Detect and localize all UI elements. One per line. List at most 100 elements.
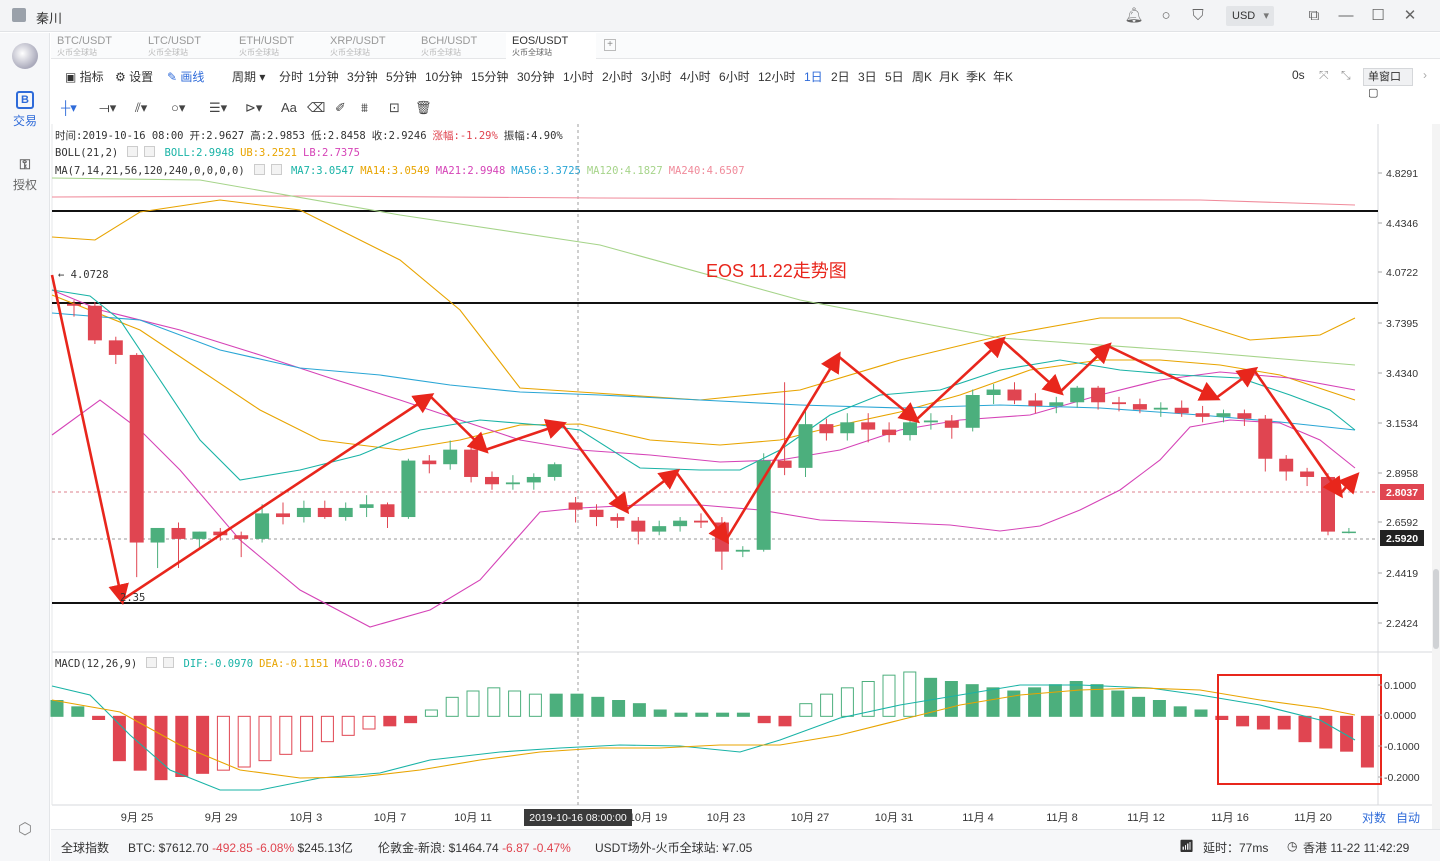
period-6小时[interactable]: 6小时	[719, 68, 750, 85]
macd-bar	[799, 703, 813, 717]
candle-body	[296, 507, 311, 518]
period-2小时[interactable]: 2小时	[602, 68, 633, 85]
brush-tool-icon[interactable]: ✐	[335, 98, 346, 118]
period-3日[interactable]: 3日	[858, 68, 877, 85]
collapse-icon[interactable]: ⤡	[1341, 68, 1351, 83]
macd-bar	[300, 715, 314, 752]
global-index-label[interactable]: 全球指数	[61, 839, 109, 856]
tab-bch-usdt[interactable]: BCH/USDT 火币全球站	[415, 33, 505, 59]
date-axis-label: 10月 27	[791, 812, 830, 824]
popout-icon[interactable]: ⧉	[1304, 6, 1324, 26]
settings-button[interactable]: ⚙ 设置	[115, 68, 153, 85]
trend-arrow	[429, 395, 489, 454]
ma-settings-icon[interactable]	[253, 164, 265, 175]
boll-close-icon[interactable]	[144, 146, 156, 157]
tab-xrp-usdt[interactable]: XRP/USDT 火币全球站	[324, 33, 414, 59]
period-label[interactable]: 周期 ▾	[232, 68, 265, 85]
close-icon[interactable]: ✕	[1400, 6, 1420, 26]
minimize-icon[interactable]: —	[1336, 6, 1356, 26]
period-2日[interactable]: 2日	[831, 68, 850, 85]
boll-settings-icon[interactable]	[127, 146, 139, 157]
candle-body	[443, 449, 458, 465]
fib-tool-icon[interactable]: ☰▾	[209, 98, 227, 118]
period-5分钟[interactable]: 5分钟	[386, 68, 417, 85]
trash-icon[interactable]: 🗑︎	[415, 98, 432, 118]
tab-exchange: 火币全球站	[512, 48, 552, 57]
window-mode-select[interactable]: 单窗口 ▢	[1363, 68, 1413, 99]
candle-body	[150, 527, 165, 543]
date-axis-label: 11月 12	[1127, 812, 1165, 824]
chart-scrollbar[interactable]	[1432, 124, 1440, 829]
period-1分钟[interactable]: 1分钟	[308, 68, 339, 85]
add-tab-icon[interactable]: +	[604, 39, 616, 51]
candle-body	[610, 517, 625, 521]
tab-eth-usdt[interactable]: ETH/USDT 火币全球站	[233, 33, 323, 59]
draw-button[interactable]: ✎ 画线	[167, 68, 204, 85]
lock-tool-icon[interactable]: ⊡	[389, 98, 400, 118]
sidebar-item-label: 授权	[12, 178, 37, 192]
period-3小时[interactable]: 3小时	[641, 68, 672, 85]
ma-close-icon[interactable]	[270, 164, 282, 175]
shirt-icon[interactable]: ⛉	[1188, 6, 1208, 26]
trend-arrow	[1001, 339, 1064, 396]
macd-axis-label: 0.1000	[1384, 680, 1416, 692]
period-12小时[interactable]: 12小时	[758, 68, 795, 85]
macd-bar	[216, 715, 230, 771]
user-avatar-icon[interactable]	[12, 8, 26, 22]
more-icon[interactable]: ›	[1423, 68, 1427, 82]
text-tool-icon[interactable]: Aa	[281, 98, 297, 118]
ma56-line	[51, 312, 1356, 431]
trend-arrow	[121, 393, 435, 602]
macd-close-icon[interactable]	[163, 657, 175, 668]
sidebar-item-trade[interactable]: B 交易	[0, 91, 50, 129]
candle-body	[1216, 413, 1231, 417]
period-1日[interactable]: 1日	[804, 68, 823, 85]
macd-settings-icon[interactable]	[146, 657, 158, 668]
macd-bar	[612, 700, 626, 717]
trend-arrow	[560, 423, 630, 515]
tab-eos-usdt[interactable]: EOS/USDT 火币全球站	[506, 33, 596, 59]
user-name[interactable]: 秦川	[36, 8, 62, 27]
candle-body	[568, 502, 583, 510]
measure-tool-icon[interactable]: ⩩	[361, 98, 368, 118]
period-3分钟[interactable]: 3分钟	[347, 68, 378, 85]
macd-bar	[591, 696, 605, 717]
tab-exchange: 火币全球站	[330, 48, 370, 57]
period-1小时[interactable]: 1小时	[563, 68, 594, 85]
macd-bar	[1340, 715, 1354, 752]
tab-pair: EOS/USDT	[512, 35, 569, 47]
tab-btc-usdt[interactable]: BTC/USDT 火币全球站	[51, 33, 141, 59]
period-10分钟[interactable]: 10分钟	[425, 68, 462, 85]
period-月K[interactable]: 月K	[939, 68, 959, 85]
period-年K[interactable]: 年K	[993, 68, 1013, 85]
period-季K[interactable]: 季K	[966, 68, 986, 85]
settings-hex-icon[interactable]: ⬡	[0, 819, 50, 839]
trade-icon: B	[16, 91, 34, 109]
left-sidebar: B 交易 ⚿ 授权 ⬡	[0, 33, 50, 861]
period-30分钟[interactable]: 30分钟	[517, 68, 554, 85]
level-price-tag	[1380, 530, 1424, 546]
crosshair-tool-icon[interactable]: ┼▾	[61, 98, 77, 118]
fullscreen-icon[interactable]: ⤧	[1319, 68, 1329, 83]
drawing-toolbar: ┼▾ ⟞▾ ⫽▾ ○▾ ☰▾ ⊳▾ Aa ⌫ ✐ ⩩ ⊡ 🗑︎	[51, 94, 1440, 122]
sidebar-item-auth[interactable]: ⚿ 授权	[0, 155, 50, 193]
period-周K[interactable]: 周K	[912, 68, 932, 85]
parallel-tool-icon[interactable]: ⫽▾	[135, 98, 147, 118]
eraser-tool-icon[interactable]: ⌫	[307, 98, 325, 118]
candle-body	[756, 460, 771, 550]
pattern-tool-icon[interactable]: ⊳▾	[245, 98, 262, 118]
maximize-icon[interactable]: ☐	[1368, 6, 1388, 26]
hline-tool-icon[interactable]: ⟞▾	[99, 98, 116, 118]
currency-select[interactable]: USD	[1226, 6, 1274, 26]
indicator-button[interactable]: ▣ 指标	[65, 68, 104, 85]
search-icon[interactable]: ○	[1156, 6, 1176, 26]
period-4小时[interactable]: 4小时	[680, 68, 711, 85]
period-5日[interactable]: 5日	[885, 68, 904, 85]
bell-icon[interactable]: 🔔︎	[1124, 6, 1144, 26]
tab-ltc-usdt[interactable]: LTC/USDT 火币全球站	[142, 33, 232, 59]
period-15分钟[interactable]: 15分钟	[471, 68, 508, 85]
circle-tool-icon[interactable]: ○▾	[171, 98, 185, 118]
candle-body	[1321, 476, 1335, 532]
period-分时[interactable]: 分时	[279, 68, 303, 85]
tab-exchange: 火币全球站	[148, 48, 188, 57]
